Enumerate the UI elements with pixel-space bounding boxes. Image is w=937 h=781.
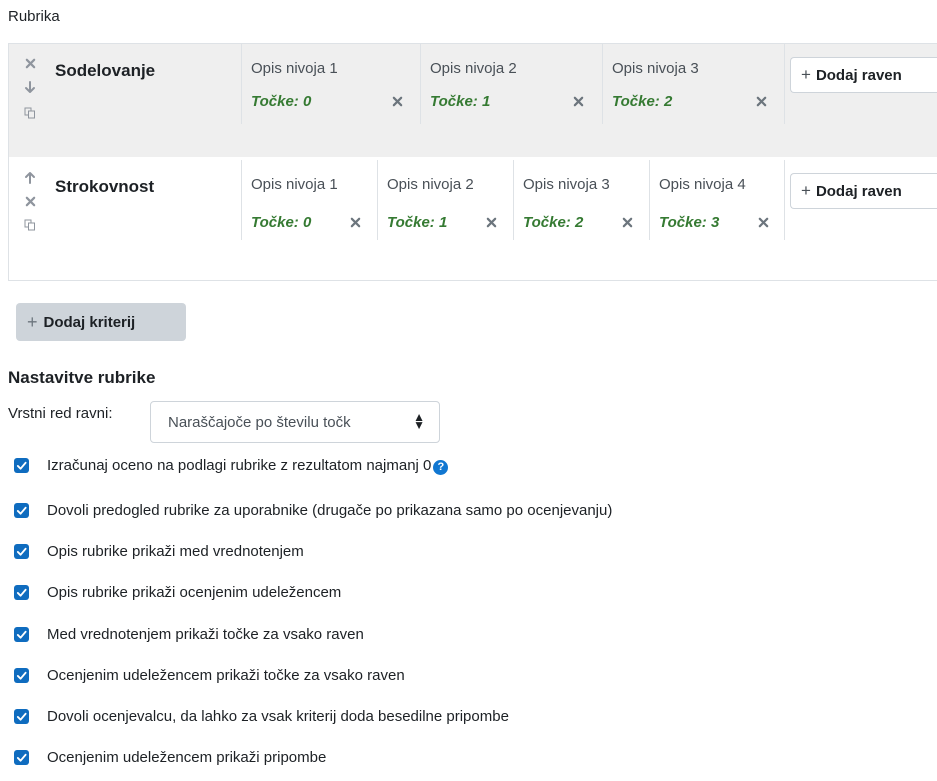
rubric-editor: Sodelovanje Opis nivoja 1 Točke: 0 Opis … xyxy=(8,43,937,281)
level-description[interactable]: Opis nivoja 1 xyxy=(251,60,338,77)
level-points[interactable]: Točke: 2 xyxy=(612,93,672,110)
option-row[interactable]: Opis rubrike prikaži ocenjenim udeleženc… xyxy=(14,582,341,602)
checkmark-icon xyxy=(16,712,27,721)
checkmark-icon xyxy=(16,671,27,680)
level-points[interactable]: Točke: 1 xyxy=(430,93,490,110)
delete-level-icon[interactable] xyxy=(346,213,364,231)
checkbox[interactable] xyxy=(14,626,29,642)
add-criterion-button[interactable]: + Dodaj kriterij xyxy=(16,303,186,341)
level-cell[interactable]: Opis nivoja 3 Točke: 2 xyxy=(513,160,649,240)
add-level-label: Dodaj raven xyxy=(815,182,902,200)
criterion-name[interactable]: Sodelovanje xyxy=(55,61,155,81)
level-order-select[interactable]: Naraščajoče po številu točk ▲ ▼ xyxy=(150,401,440,443)
level-description[interactable]: Opis nivoja 2 xyxy=(387,176,474,193)
option-label[interactable]: Opis rubrike prikaži med vrednotenjem xyxy=(47,543,304,560)
checkmark-icon xyxy=(16,547,27,556)
delete-level-icon[interactable] xyxy=(618,213,636,231)
option-label[interactable]: Izračunaj oceno na podlagi rubrike z rez… xyxy=(47,457,431,474)
checkbox[interactable] xyxy=(14,667,29,683)
option-row[interactable]: Dovoli ocenjevalcu, da lahko za vsak kri… xyxy=(14,706,509,726)
option-label[interactable]: Dovoli ocenjevalcu, da lahko za vsak kri… xyxy=(47,708,509,725)
option-label[interactable]: Med vrednotenjem prikaži točke za vsako … xyxy=(47,626,364,643)
checkbox[interactable] xyxy=(14,749,29,765)
level-cell[interactable]: Opis nivoja 1 Točke: 0 xyxy=(241,160,377,240)
option-row[interactable]: Opis rubrike prikaži med vrednotenjem xyxy=(14,541,304,561)
level-order-label: Vrstni red ravni: xyxy=(8,405,113,422)
level-points[interactable]: Točke: 0 xyxy=(251,93,311,110)
level-points[interactable]: Točke: 3 xyxy=(659,214,719,231)
duplicate-icon[interactable] xyxy=(21,104,39,122)
checkmark-icon xyxy=(16,630,27,639)
option-label[interactable]: Ocenjenim udeležencem prikaži točke za v… xyxy=(47,667,405,684)
sort-caret-icon: ▲ ▼ xyxy=(413,410,425,432)
checkmark-icon xyxy=(16,588,27,597)
settings-heading: Nastavitve rubrike xyxy=(8,368,156,387)
option-row[interactable]: Izračunaj oceno na podlagi rubrike z rez… xyxy=(14,455,449,475)
level-cell[interactable]: Opis nivoja 2 Točke: 1 xyxy=(420,44,602,124)
level-cell[interactable]: Opis nivoja 2 Točke: 1 xyxy=(377,160,513,240)
level-divider xyxy=(784,160,785,240)
criterion-row: Sodelovanje Opis nivoja 1 Točke: 0 Opis … xyxy=(9,44,937,157)
checkmark-icon xyxy=(16,753,27,762)
add-level-button[interactable]: + Dodaj raven xyxy=(790,173,937,209)
move-down-icon[interactable] xyxy=(21,78,39,96)
checkbox[interactable] xyxy=(14,708,29,724)
add-criterion-label: Dodaj kriterij xyxy=(43,313,136,331)
level-points[interactable]: Točke: 0 xyxy=(251,214,311,231)
add-level-label: Dodaj raven xyxy=(815,66,902,84)
level-cell[interactable]: Opis nivoja 4 Točke: 3 xyxy=(649,160,785,240)
level-divider xyxy=(784,44,785,124)
level-description[interactable]: Opis nivoja 1 xyxy=(251,176,338,193)
add-level-button[interactable]: + Dodaj raven xyxy=(790,57,937,93)
help-icon[interactable]: ? xyxy=(433,459,449,475)
rubric-label: Rubrika xyxy=(8,8,60,25)
option-label[interactable]: Ocenjenim udeležencem prikaži pripombe xyxy=(47,749,326,766)
delete-level-icon[interactable] xyxy=(569,92,587,110)
checkmark-icon xyxy=(16,506,27,515)
checkbox[interactable] xyxy=(14,502,29,518)
criterion-name[interactable]: Strokovnost xyxy=(55,177,154,197)
move-up-icon[interactable] xyxy=(21,168,39,186)
plus-icon: + xyxy=(27,311,38,332)
duplicate-icon[interactable] xyxy=(21,216,39,234)
plus-icon: + xyxy=(801,181,811,200)
delete-criterion-icon[interactable] xyxy=(21,192,39,210)
plus-icon: + xyxy=(801,65,811,84)
option-row[interactable]: Ocenjenim udeležencem prikaži pripombe xyxy=(14,747,326,767)
level-description[interactable]: Opis nivoja 3 xyxy=(612,60,699,77)
option-row[interactable]: Med vrednotenjem prikaži točke za vsako … xyxy=(14,624,364,644)
level-points[interactable]: Točke: 2 xyxy=(523,214,583,231)
checkmark-icon xyxy=(16,461,27,470)
option-row[interactable]: Ocenjenim udeležencem prikaži točke za v… xyxy=(14,665,405,685)
delete-level-icon[interactable] xyxy=(388,92,406,110)
checkbox[interactable] xyxy=(14,584,29,600)
criterion-row: Strokovnost Opis nivoja 1 Točke: 0 Opis … xyxy=(9,160,937,278)
level-description[interactable]: Opis nivoja 2 xyxy=(430,60,517,77)
delete-level-icon[interactable] xyxy=(482,213,500,231)
checkbox[interactable] xyxy=(14,543,29,559)
level-cell[interactable]: Opis nivoja 1 Točke: 0 xyxy=(241,44,420,124)
level-description[interactable]: Opis nivoja 4 xyxy=(659,176,746,193)
delete-level-icon[interactable] xyxy=(754,213,772,231)
level-cell[interactable]: Opis nivoja 3 Točke: 2 xyxy=(602,44,784,124)
level-description[interactable]: Opis nivoja 3 xyxy=(523,176,610,193)
delete-level-icon[interactable] xyxy=(752,92,770,110)
checkbox[interactable] xyxy=(14,457,29,473)
option-label[interactable]: Opis rubrike prikaži ocenjenim udeleženc… xyxy=(47,584,341,601)
option-label[interactable]: Dovoli predogled rubrike za uporabnike (… xyxy=(47,502,612,519)
option-row[interactable]: Dovoli predogled rubrike za uporabnike (… xyxy=(14,500,612,520)
level-order-value: Naraščajoče po številu točk xyxy=(168,413,351,431)
delete-criterion-icon[interactable] xyxy=(21,54,39,72)
level-points[interactable]: Točke: 1 xyxy=(387,214,447,231)
